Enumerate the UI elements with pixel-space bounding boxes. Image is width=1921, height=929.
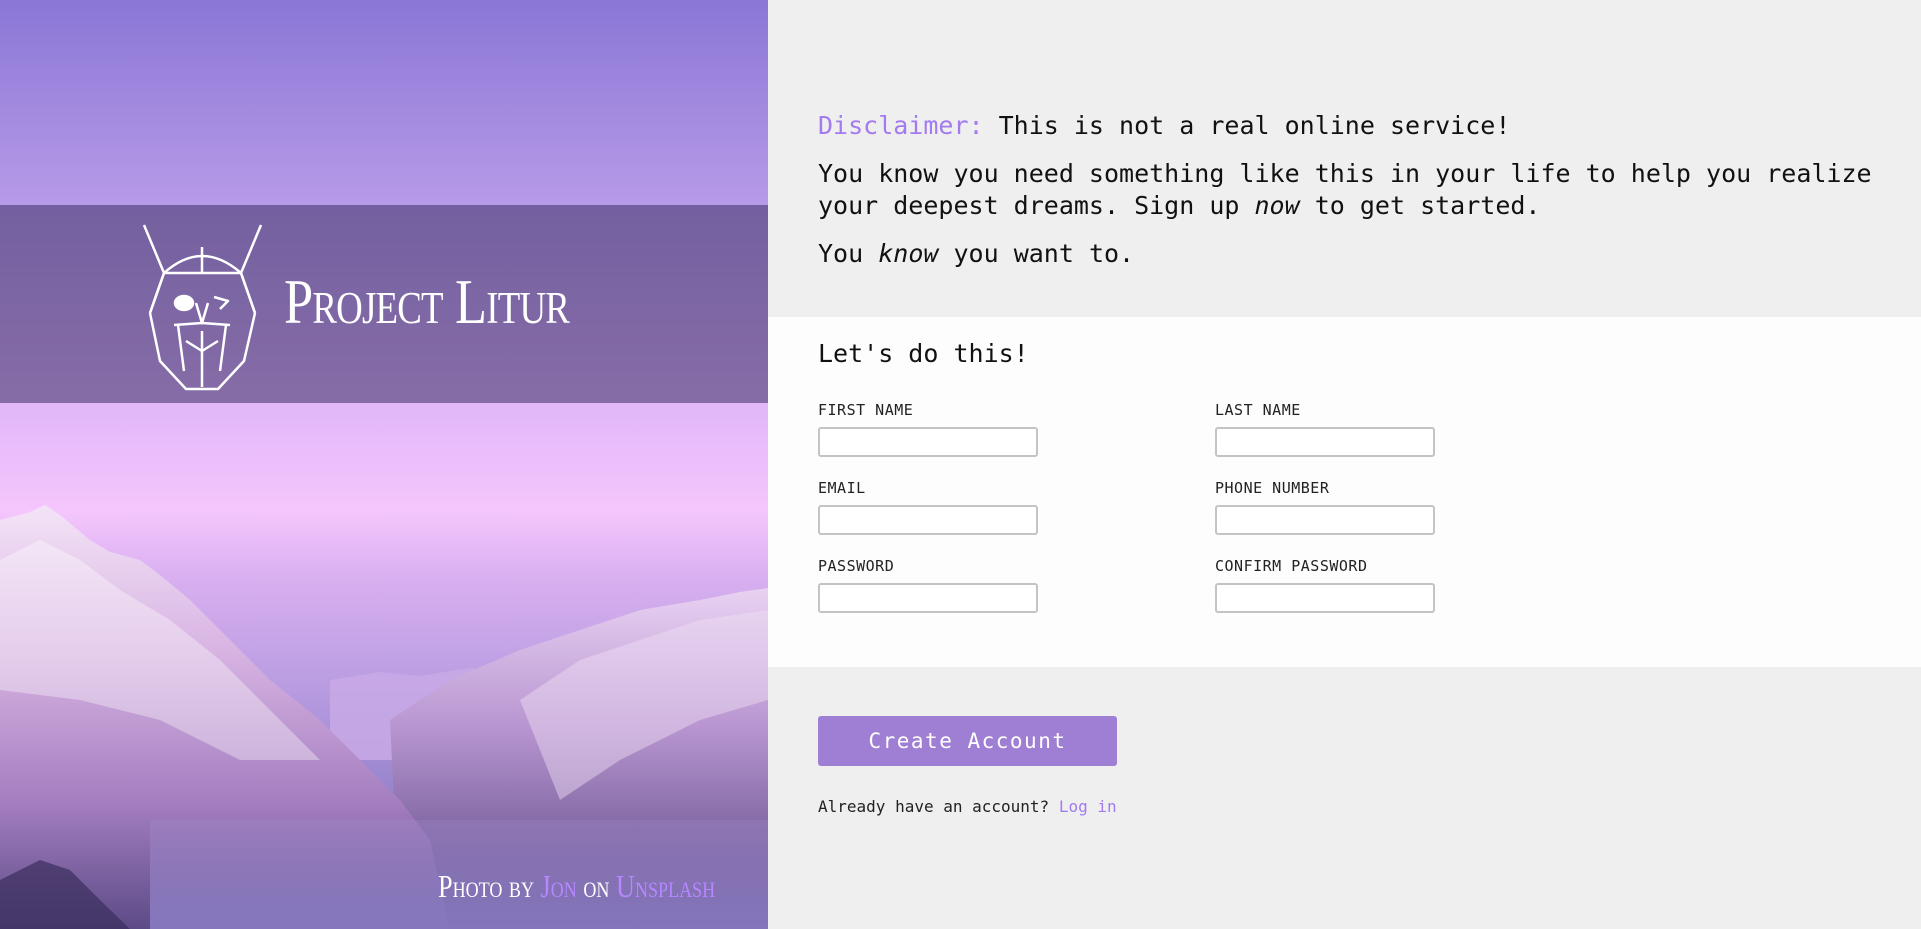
disclaimer-text: This is not a real online service! — [983, 111, 1511, 140]
confirm-password-input[interactable] — [1215, 583, 1435, 613]
confirm-password-group: CONFIRM PASSWORD — [1215, 557, 1435, 613]
confirm-password-label: CONFIRM PASSWORD — [1215, 557, 1368, 575]
login-prompt: Already have an account? Log in — [818, 797, 1117, 816]
first-name-group: FIRST NAME — [818, 401, 1038, 457]
viking-helmet-bearded-face-icon — [143, 224, 263, 391]
credit-prefix: Photo by — [438, 868, 534, 904]
brand-name: Project Litur — [284, 266, 570, 337]
password-input[interactable] — [818, 583, 1038, 613]
disclaimer-label: Disclaimer: — [818, 111, 984, 140]
signup-page: Project Litur Photo by Jon on Unsplash D… — [0, 0, 1921, 929]
first-name-label: FIRST NAME — [818, 401, 914, 419]
create-account-button[interactable]: Create Account — [818, 716, 1117, 766]
hero-panel: Project Litur Photo by Jon on Unsplash — [0, 0, 768, 929]
know-paragraph: You know you want to. — [818, 238, 1878, 270]
credit-author-link[interactable]: Jon — [541, 868, 577, 904]
brand-banner: Project Litur — [0, 205, 768, 403]
email-input[interactable] — [818, 505, 1038, 535]
last-name-input[interactable] — [1215, 427, 1435, 457]
login-prompt-text: Already have an account? — [818, 797, 1059, 816]
password-group: PASSWORD — [818, 557, 1038, 613]
phone-group: PHONE NUMBER — [1215, 479, 1435, 535]
signup-form: Let's do this! FIRST NAME LAST NAME EMAI… — [768, 317, 1921, 667]
password-label: PASSWORD — [818, 557, 895, 575]
email-group: EMAIL — [818, 479, 1038, 535]
last-name-label: LAST NAME — [1215, 401, 1301, 419]
credit-middle: on — [583, 868, 610, 904]
intro-text: Disclaimer: This is not a real online se… — [818, 110, 1878, 286]
pitch-emphasis: now — [1254, 191, 1300, 220]
know-text-end: you want to. — [938, 239, 1135, 268]
credit-site-link[interactable]: Unsplash — [616, 868, 715, 904]
photo-credit: Photo by Jon on Unsplash — [438, 868, 715, 905]
email-label: EMAIL — [818, 479, 866, 497]
know-text: You — [818, 239, 879, 268]
disclaimer-paragraph: Disclaimer: This is not a real online se… — [818, 110, 1878, 142]
pitch-text-end: to get started. — [1299, 191, 1541, 220]
mountain-photo — [0, 505, 768, 929]
phone-input[interactable] — [1215, 505, 1435, 535]
pitch-paragraph: You know you need something like this in… — [818, 158, 1878, 222]
phone-label: PHONE NUMBER — [1215, 479, 1330, 497]
last-name-group: LAST NAME — [1215, 401, 1435, 457]
know-emphasis: know — [878, 239, 939, 268]
login-link[interactable]: Log in — [1059, 797, 1117, 816]
signup-panel: Disclaimer: This is not a real online se… — [768, 0, 1921, 929]
first-name-input[interactable] — [818, 427, 1038, 457]
form-title: Let's do this! — [818, 339, 1029, 368]
